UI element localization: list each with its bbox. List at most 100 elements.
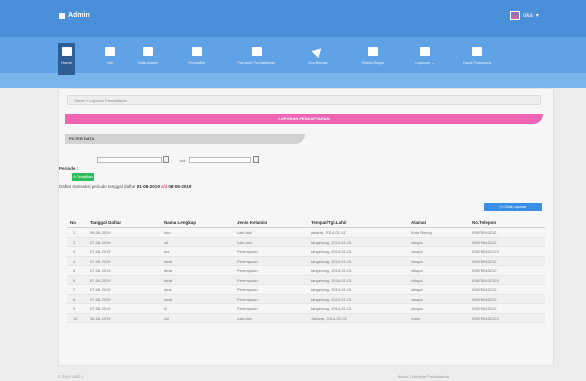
calendar-icon[interactable]	[163, 156, 169, 163]
filter-title: FILTER DATA	[65, 134, 305, 144]
page-title: LAPORAN PENDAFTARAN	[65, 114, 543, 124]
top-navbar: Admin oka ▾	[0, 0, 586, 37]
table-cell: cikupa	[411, 268, 423, 273]
breadcrumb[interactable]: Home > Laporan Pendaftaran	[67, 95, 541, 105]
file-icon	[251, 47, 262, 56]
table-row: 5 07-06-2019 dewi Perempuan tangerang, 2014-…	[67, 266, 545, 276]
table-cell: dewi	[164, 258, 173, 264]
nav-data-admin[interactable]: Data Admin	[133, 43, 163, 75]
table-cell: 09876543212	[472, 306, 497, 311]
table-cell: tangerang, 2014-01-01	[311, 249, 352, 254]
nav-label: Konfirmasi	[308, 60, 328, 65]
users-icon	[192, 47, 202, 56]
table-cell: tangerang, 2014-01-01	[311, 239, 352, 245]
table-cell: tangerang, 2014-01-01	[311, 287, 352, 292]
nav-label: Pendaftar	[188, 60, 206, 65]
nav-pendaftar[interactable]: Pendaftar	[183, 43, 211, 75]
table-cell: 07-06-2019	[90, 239, 111, 245]
table-cell: Jakarta, 2014-02-02	[311, 315, 347, 321]
nav-home[interactable]: Home	[58, 43, 75, 75]
brand-label: Admin	[68, 12, 90, 19]
column-header: Alamat	[411, 220, 427, 225]
table-cell: 3	[73, 249, 76, 254]
table-cell: Perempuan	[237, 306, 258, 311]
table-cell: 07-06-2019	[90, 258, 111, 264]
nav-label: Info	[106, 60, 114, 65]
nav-label: Home	[61, 60, 72, 65]
table-row: 6 07-06-2019 dewi Perempuan tangerang, 2014-…	[67, 275, 545, 285]
nav-formulir[interactable]: Formulir Pendaftaran	[229, 43, 284, 75]
table-cell: 09876543212	[472, 239, 497, 245]
info-from: 01-06-2019	[136, 184, 160, 189]
table-row: 7 07-06-2019 desi Perempuan tangerang, 2014-…	[67, 285, 545, 295]
user-name: oka	[523, 12, 533, 19]
table-cell: Perempuan	[237, 296, 258, 302]
table-cell: eni	[164, 249, 170, 254]
table-cell: eko	[164, 230, 171, 235]
footer-links[interactable]: About | Website Pendaftaran	[398, 374, 449, 379]
table-cell: 6	[73, 277, 76, 283]
table-cell: cikupa	[411, 258, 423, 264]
main-nav: Home Info Data Admin Pendaftar Formulir …	[0, 37, 586, 88]
table-cell: 09876543212	[472, 230, 497, 235]
table-cell: cikupa	[411, 249, 423, 254]
table-cell: tangerang, 2014-01-01	[311, 296, 352, 302]
footer-copyright: © 2019 UBD |	[58, 374, 83, 379]
table-cell: 5	[73, 268, 76, 273]
column-header: Tempat/Tgl.Lahir	[311, 220, 347, 225]
table-cell: 9	[73, 306, 76, 311]
megaphone-icon	[105, 47, 115, 56]
table-cell: Laki-laki	[237, 315, 252, 321]
avatar	[510, 11, 520, 20]
table-cell: cikupa	[411, 277, 423, 283]
nav-konfirmasi[interactable]: Konfirmasi	[304, 43, 332, 75]
table-cell: dewi	[164, 268, 173, 273]
table-cell: Laki-laki	[237, 230, 252, 235]
table-row: 4 07-06-2019 dewi Perempuan tangerang, 2014-…	[67, 256, 545, 266]
table-cell: 09876543212	[472, 287, 497, 292]
date-to-input[interactable]	[189, 157, 251, 163]
nav-status-bayar[interactable]: Status Bayar	[353, 43, 393, 75]
table-cell: 07-06-2019	[90, 296, 111, 302]
table-cell: jakarta, 2014-01-01	[311, 230, 346, 235]
column-header: Jenis Kelamin	[237, 220, 268, 225]
table-cell: Perempuan	[237, 287, 258, 292]
tampilkan-button[interactable]: ⟳ Tampilkan	[72, 173, 94, 181]
table-cell: cikupa	[411, 239, 423, 245]
home-icon	[61, 47, 72, 56]
print-report-button[interactable]: ⎙ Cetak Laporan	[484, 203, 542, 211]
table-cell: cikupa	[411, 287, 423, 292]
table-cell: 09876543212	[472, 296, 497, 302]
info-sd: s/d	[161, 184, 168, 189]
table-header: No Tanggal Daftar Nama Lengkap Jenis Kel…	[67, 217, 545, 228]
table-row: 10 08-06-2019 Ati Laki-laki Jakarta, 2014-02…	[67, 313, 545, 323]
nav-info[interactable]: Info	[100, 43, 120, 75]
table-cell: tangerang, 2014-01-01	[311, 258, 352, 264]
table-cell: 2	[73, 239, 76, 245]
range-separator: s/d	[180, 158, 186, 163]
send-icon	[311, 44, 325, 59]
table-cell: 08-06-2019	[90, 315, 111, 321]
table-cell: tangerang, 2014-01-01	[311, 277, 352, 283]
nav-laporan[interactable]: Laporan ⌄	[408, 43, 442, 75]
table-cell: uti	[164, 239, 169, 245]
brand[interactable]: Admin	[59, 12, 90, 19]
nav-label: Formulir Pendaftaran	[237, 60, 276, 65]
periode-label: Periode :	[59, 166, 79, 171]
table-cell: 10	[73, 315, 78, 321]
date-from-input[interactable]	[97, 157, 162, 163]
table-cell: 07-06-2019	[90, 306, 111, 311]
table-cell: Perempuan	[237, 258, 258, 264]
table-cell: 07-06-2019	[90, 287, 111, 292]
calendar-icon[interactable]	[253, 156, 259, 163]
chevron-down-icon: ▾	[535, 13, 539, 19]
period-info: Daftar transaksi periode tanggal daftar …	[59, 184, 191, 189]
home-icon	[59, 12, 65, 19]
table-cell: dewi	[164, 296, 173, 302]
table-cell: 098765432123	[472, 315, 499, 321]
user-icon	[143, 47, 153, 56]
nav-ganti-password[interactable]: Ganti Password	[456, 43, 498, 75]
column-header: Tanggal Daftar	[90, 220, 122, 225]
user-menu[interactable]: oka ▾	[510, 11, 539, 20]
table-cell: 7	[73, 287, 76, 292]
